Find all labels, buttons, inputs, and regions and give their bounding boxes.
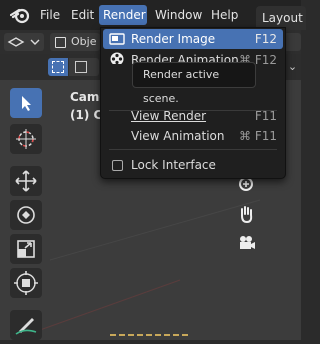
menu-item-label: Render Image — [131, 32, 216, 46]
pencil-icon — [15, 318, 37, 335]
transform-tool-button[interactable] — [10, 268, 42, 298]
select-box-icon — [52, 61, 64, 73]
cursor-arrow-icon — [22, 96, 31, 111]
3d-cursor-icon — [16, 129, 36, 149]
rotate-tool-button[interactable] — [10, 200, 42, 230]
menu-item-label: Lock Interface — [131, 158, 216, 172]
menu-shortcut-g[interactable] — [284, 33, 301, 51]
annotate-tool-button[interactable] — [10, 310, 42, 340]
move-tool-button[interactable] — [10, 166, 42, 196]
object-mode-dropdown[interactable]: Obje — [50, 33, 100, 51]
render-image-tooltip: Render active scene. — [132, 62, 256, 105]
cursor-tool-button[interactable] — [10, 124, 42, 154]
menu-file[interactable]: File — [36, 5, 64, 25]
menu-help[interactable]: Help — [207, 5, 242, 25]
top-menu-bar: File Edit Render Window Help Layout — [0, 0, 306, 30]
blender-logo-icon[interactable] — [10, 6, 30, 24]
rotate-icon — [17, 206, 35, 224]
render-menu-dropdown: Render Image F12 Render Animation ⌘ F12 … — [100, 27, 286, 179]
hand-icon — [241, 206, 253, 224]
editor-type-selector[interactable] — [4, 33, 44, 51]
scale-tool-button[interactable] — [10, 234, 42, 264]
header-chevron-icon[interactable]: ⌄ — [284, 58, 301, 76]
film-reel-icon — [110, 52, 124, 64]
scale-icon — [17, 240, 35, 258]
camera-render-icon — [109, 33, 125, 45]
camera-view-button[interactable] — [234, 230, 258, 254]
lock-interface-checkbox[interactable] — [112, 160, 123, 171]
menu-item-label: View Animation — [131, 129, 225, 143]
transform-icon — [7, 37, 40, 47]
transform-gizmo-icon — [14, 271, 38, 295]
select-box-mode-button[interactable] — [48, 58, 68, 76]
menu-separator — [109, 149, 277, 150]
object-mode-label: Obje — [71, 35, 97, 48]
select-tool-button[interactable] — [10, 88, 42, 118]
menu-item-shortcut: F12 — [254, 32, 277, 46]
tool-shelf — [10, 88, 44, 340]
menu-render[interactable]: Render — [99, 5, 147, 25]
move-arrows-icon — [15, 170, 37, 192]
menu-window[interactable]: Window — [151, 5, 206, 25]
object-mode-icon — [55, 37, 66, 48]
menu-item-shortcut: F11 — [254, 109, 277, 123]
menu-item-view-render[interactable]: View Render F11 — [103, 106, 283, 126]
select-extend-mode-button[interactable] — [69, 58, 99, 76]
menu-item-view-animation[interactable]: View Animation ⌘ F11 — [103, 126, 283, 146]
menu-item-lock-interface[interactable]: Lock Interface — [103, 155, 283, 175]
camera-icon — [240, 236, 255, 249]
select-extend-icon — [75, 61, 87, 73]
menu-item-shortcut: ⌘ F11 — [239, 129, 277, 143]
menu-edit[interactable]: Edit — [67, 5, 98, 25]
pan-gizmo-button[interactable] — [234, 202, 258, 226]
menu-item-render-image[interactable]: Render Image F12 — [103, 29, 283, 49]
